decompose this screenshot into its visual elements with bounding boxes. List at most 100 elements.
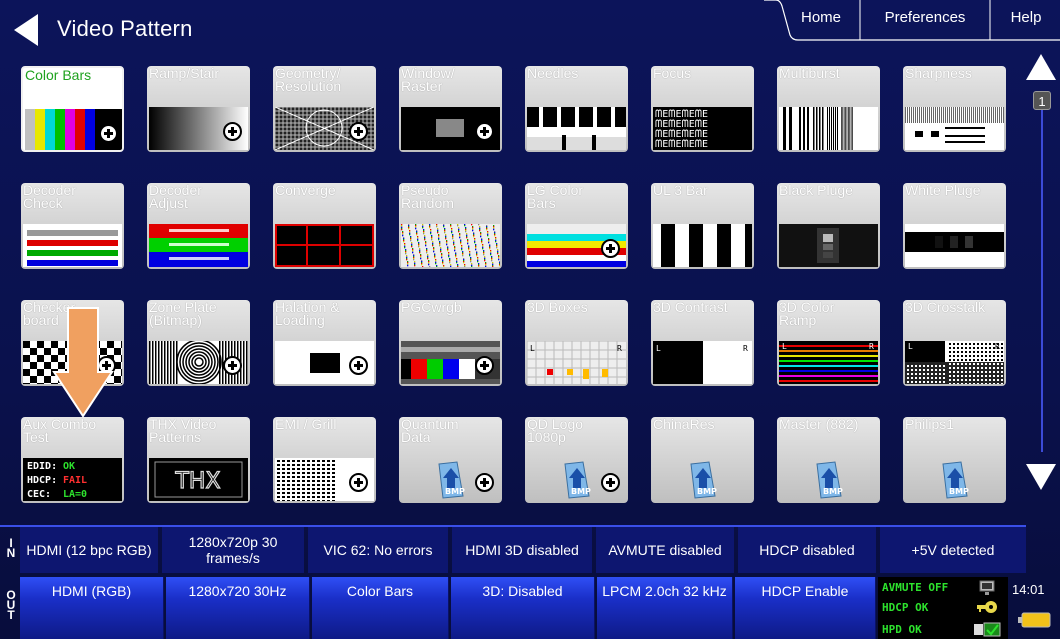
left-eye-text: L (908, 342, 913, 351)
output-setting-button[interactable]: HDMI (RGB) (20, 577, 164, 639)
pattern-label: EMI / Grill (275, 417, 337, 432)
pattern-tile[interactable]: 3D Crosstalk L R (903, 300, 1006, 386)
pattern-label: UL 3 Bar (653, 183, 708, 198)
output-setting-button[interactable]: HDCP Enable (735, 577, 876, 639)
pattern-tile[interactable]: 3D Color Ramp L R (777, 300, 880, 386)
pattern-tile[interactable]: White Pluge (903, 183, 1006, 269)
add-plus-icon[interactable] (349, 356, 368, 375)
pattern-thumbnail: LR (653, 341, 752, 384)
pattern-tile[interactable]: Decoder Adjust (147, 183, 250, 269)
scroll-down-arrow-icon[interactable] (1024, 462, 1058, 492)
add-plus-icon[interactable] (349, 473, 368, 492)
hpd-status: HPD OK (882, 623, 922, 636)
add-plus-icon[interactable] (475, 356, 494, 375)
right-eye-text: R (743, 344, 748, 353)
pattern-tile[interactable]: Halation & Loading (273, 300, 376, 386)
battery-icon (1018, 612, 1051, 628)
pattern-tile[interactable]: Geometry/ Resolution (273, 66, 376, 152)
pattern-tile[interactable]: 3D Boxes L R (525, 300, 628, 386)
add-plus-icon[interactable] (99, 124, 118, 143)
pattern-thumbnail (149, 224, 248, 267)
pattern-tile[interactable]: Philips1 BMP (903, 417, 1006, 503)
pattern-tile[interactable]: 3D Contrast L R (651, 300, 754, 386)
input-status-cell: HDMI (12 bpc RGB) (20, 527, 158, 573)
pattern-label: Ramp/Stair (149, 66, 220, 81)
bmp-text: BMP (445, 487, 465, 496)
pattern-label: 3D Contrast (653, 300, 728, 315)
bmp-text: BMP (571, 487, 591, 496)
page-title: Video Pattern (57, 16, 193, 41)
pattern-label: Decoder Check (23, 183, 76, 211)
pattern-tile[interactable]: Color Bars (21, 66, 124, 152)
pattern-label: Decoder Adjust (149, 183, 202, 211)
tab-help[interactable]: Help (994, 9, 1058, 31)
pattern-tile[interactable]: LG Color Bars (525, 183, 628, 269)
pattern-tile[interactable]: Needles (525, 66, 628, 152)
pattern-label: 3D Crosstalk (905, 300, 986, 315)
input-status-cell: HDMI 3D disabled (452, 527, 592, 573)
pattern-tile[interactable]: Ramp/Stair (147, 66, 250, 152)
output-setting-button[interactable]: LPCM 2.0ch 32 kHz (597, 577, 733, 639)
scroll-up-arrow-icon[interactable] (1024, 52, 1058, 82)
pattern-tile[interactable]: Window/ Raster (399, 66, 502, 152)
pattern-label: QD Logo 1080p (527, 417, 584, 445)
add-plus-icon[interactable] (601, 239, 620, 258)
back-arrow-icon[interactable] (8, 10, 48, 50)
pattern-tile[interactable]: Aux Combo Test EDID: OK HDCP: FAIL CEC: LA=0 (21, 417, 124, 503)
pattern-tile[interactable]: ChinaRes BMP (651, 417, 754, 503)
add-plus-icon[interactable] (223, 122, 242, 141)
highlight-arrow-icon (52, 307, 114, 418)
pattern-tile[interactable]: Black Pluge (777, 183, 880, 269)
pattern-thumbnail: LR (905, 341, 1004, 384)
pattern-tile[interactable]: Quantum Data BMP (399, 417, 502, 503)
pattern-label: Master (882) (779, 417, 859, 432)
pattern-tile[interactable]: Decoder Check (21, 183, 124, 269)
pattern-thumbnail: BMP (942, 461, 969, 499)
pattern-tile[interactable]: THX Video Patterns THX (147, 417, 250, 503)
add-plus-icon[interactable] (475, 473, 494, 492)
pattern-tile[interactable]: Master (882) BMP (777, 417, 880, 503)
scroll-track[interactable] (1041, 110, 1043, 452)
input-status-cell: HDCP disabled (738, 527, 876, 573)
input-status-cell: 1280x720p 30 frames/s (162, 527, 304, 573)
pattern-thumbnail: LR (779, 341, 878, 384)
top-tab-bar: Home Preferences Help (764, 0, 1060, 41)
hpd-check-icon (974, 622, 1001, 637)
pattern-thumbnail (275, 224, 374, 267)
pattern-tile[interactable]: Focus ᗰEᗰEᗰEᗰE ᗰEᗰEᗰEᗰE ᗰEᗰEᗰEᗰE ᗰEᗰEᗰEᗰE (651, 66, 754, 152)
monitor-icon (979, 580, 995, 595)
pattern-label: Sharpness (905, 66, 972, 81)
pattern-label: ChinaRes (653, 417, 715, 432)
right-eye-text: R (869, 342, 874, 351)
tab-home[interactable]: Home (786, 9, 856, 31)
output-setting-button[interactable]: Color Bars (312, 577, 449, 639)
add-plus-icon[interactable] (223, 356, 242, 375)
status-indicator-panel: AVMUTE OFF HDCP OK HPD OK (878, 577, 1008, 639)
pattern-label: Zone Plate (Bitmap) (149, 300, 217, 328)
pattern-tile[interactable]: EMI / Grill (273, 417, 376, 503)
aux-key-text: EDID: (27, 461, 57, 472)
pattern-label: Aux Combo Test (23, 417, 97, 445)
pattern-label: LG Color Bars (527, 183, 584, 211)
output-setting-button[interactable]: 1280x720 30Hz (166, 577, 310, 639)
pattern-tile[interactable]: Multiburst (777, 66, 880, 152)
pattern-tile[interactable]: Sharpness (903, 66, 1006, 152)
pattern-thumbnail: EDID: OK HDCP: FAIL CEC: LA=0 (23, 458, 122, 501)
pattern-thumbnail: THX (149, 458, 248, 501)
pattern-thumbnail (653, 224, 752, 267)
add-plus-icon[interactable] (349, 122, 368, 141)
add-plus-icon[interactable] (601, 473, 620, 492)
header-bar: Video Pattern Home Preferences Help (0, 0, 1060, 58)
pattern-tile[interactable]: QD Logo 1080p BMP (525, 417, 628, 503)
pattern-tile[interactable]: Zone Plate (Bitmap) (147, 300, 250, 386)
pattern-tile[interactable]: Converge (273, 183, 376, 269)
pattern-tile[interactable]: UL 3 Bar (651, 183, 754, 269)
tab-preferences[interactable]: Preferences (864, 9, 986, 31)
output-setting-button[interactable]: 3D: Disabled (451, 577, 595, 639)
pattern-thumbnail (779, 224, 878, 267)
add-plus-icon[interactable] (475, 122, 494, 141)
pattern-label: Color Bars (25, 67, 92, 83)
pattern-tile[interactable]: PGCwrgb (399, 300, 502, 386)
pattern-tile[interactable]: Pseudo Random (399, 183, 502, 269)
pattern-thumbnail (401, 224, 500, 267)
